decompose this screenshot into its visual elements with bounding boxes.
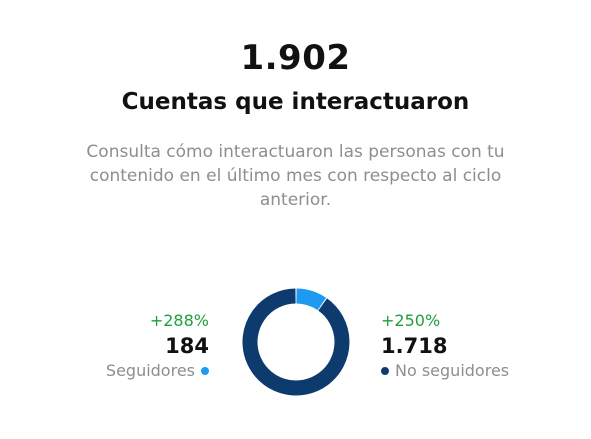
non-followers-change: +250% xyxy=(381,311,441,330)
non-followers-count: 1.718 xyxy=(381,334,448,358)
non-followers-label: No seguidores xyxy=(395,361,510,380)
total-accounts-count: 1.902 xyxy=(240,38,351,78)
followers-label: Seguidores xyxy=(105,361,195,380)
followers-stat[interactable]: +288% 184 Seguidores xyxy=(106,310,209,382)
followers-count: 184 xyxy=(165,334,209,358)
non-followers-legend-dot-icon xyxy=(381,366,389,375)
followers-legend: Seguidores xyxy=(106,360,209,382)
description-text: Consulta cómo interactuaron las personas… xyxy=(86,142,505,210)
followers-change: +288% xyxy=(149,311,209,330)
non-followers-legend: No seguidores xyxy=(381,360,509,382)
followers-segment xyxy=(295,288,327,311)
page-title: Cuentas que interactuaron xyxy=(121,89,470,115)
followers-legend-dot-icon xyxy=(201,366,209,375)
donut-chart xyxy=(242,288,350,396)
non-followers-stat[interactable]: +250% 1.718 No seguidores xyxy=(381,310,509,382)
non-followers-segment xyxy=(242,288,350,396)
